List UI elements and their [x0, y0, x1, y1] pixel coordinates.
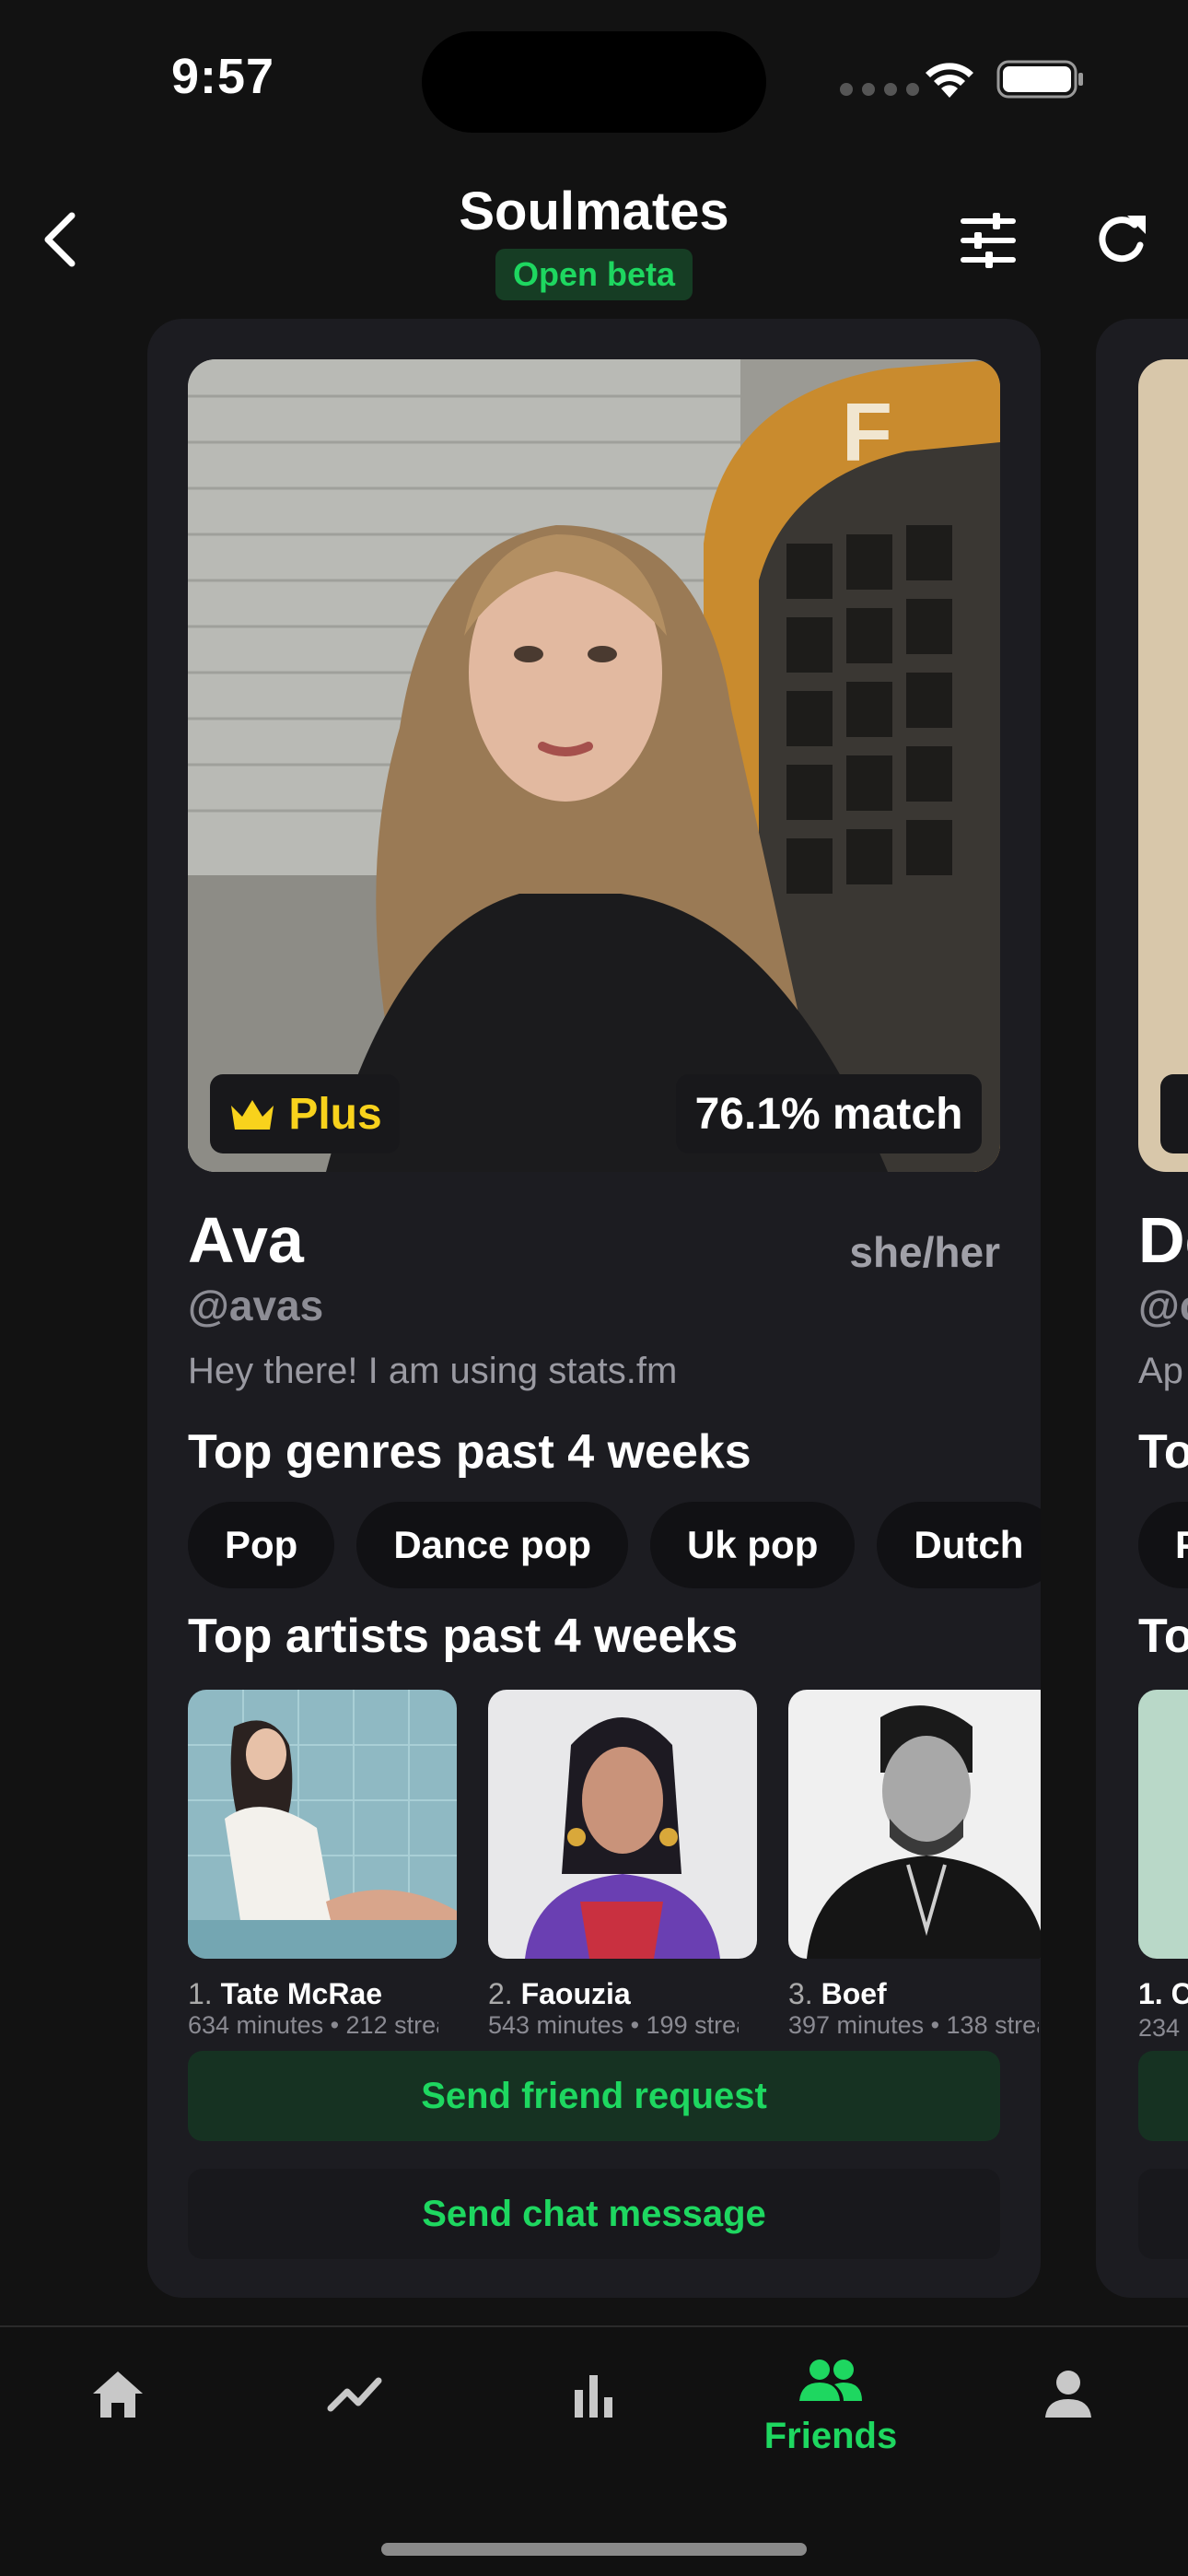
artist-image	[788, 1690, 1041, 1959]
next-profile-bio: Ap	[1138, 1351, 1183, 1391]
artist-stats: 634 minutes • 212 streams	[188, 2011, 438, 2039]
artist-item[interactable]: 2. Faouzia 543 minutes • 199 streams	[488, 1690, 757, 2040]
nav-home[interactable]	[26, 2364, 210, 2425]
friends-icon	[799, 2359, 862, 2401]
soulmate-card[interactable]: F Plus 76.1% match Ava she/her @avas Hey…	[147, 319, 1041, 2298]
next-profile-photo	[1138, 359, 1188, 1172]
home-indicator	[381, 2543, 807, 2556]
genre-chip[interactable]: Uk pop	[650, 1502, 856, 1588]
next-profile-handle: @c	[1138, 1282, 1188, 1329]
artist-image	[188, 1690, 457, 1959]
artist-image	[488, 1690, 757, 1959]
dynamic-island	[422, 31, 766, 133]
top-artists-title: Top artists past 4 weeks	[188, 1610, 739, 1663]
artists-list: 1. Tate McRae 634 minutes • 212 streams …	[188, 1690, 1041, 2040]
bar-chart-icon	[575, 2375, 612, 2418]
nav-charts[interactable]	[502, 2364, 686, 2425]
next-plus-badge	[1160, 1074, 1188, 1153]
battery-icon	[996, 60, 1083, 99]
status-bar: 9:57	[0, 0, 1188, 147]
profile-pronouns: she/her	[849, 1228, 1000, 1276]
artist-name: Faouzia	[520, 1977, 631, 2010]
profile-icon	[1045, 2371, 1091, 2418]
home-icon	[93, 2371, 143, 2418]
profile-name: Ava	[188, 1204, 304, 1276]
next-profile-name: De	[1138, 1204, 1188, 1276]
genre-chip[interactable]: Pop	[188, 1502, 335, 1588]
artist-item[interactable]: 3. Boef 397 minutes • 138 streams	[788, 1690, 1041, 2040]
next-artist-name: 1. C	[1138, 1977, 1188, 2010]
status-time: 9:57	[171, 49, 275, 104]
artist-rank: 1.	[188, 1977, 213, 2010]
profile-handle: @avas	[188, 1282, 324, 1329]
open-beta-badge: Open beta	[495, 249, 693, 300]
artist-rank: 2.	[488, 1977, 513, 2010]
next-friend-button[interactable]	[1138, 2051, 1188, 2141]
artist-name: Boef	[821, 1977, 887, 2010]
send-chat-message-button[interactable]: Send chat message	[188, 2169, 1000, 2259]
crown-icon	[231, 1100, 274, 1130]
cellular-signal-icon	[840, 83, 919, 96]
top-genres-title: Top genres past 4 weeks	[188, 1425, 751, 1479]
plus-label: Plus	[288, 1089, 382, 1139]
next-artist-stats: 234	[1138, 2014, 1181, 2042]
svg-text:F: F	[842, 387, 892, 479]
artist-stats: 397 minutes • 138 streams	[788, 2011, 1039, 2039]
profile-photo: F Plus 76.1% match	[188, 359, 1000, 1172]
artist-item[interactable]: 1. Tate McRae 634 minutes • 212 streams	[188, 1690, 457, 2040]
next-chat-button[interactable]	[1138, 2169, 1188, 2259]
nav-profile[interactable]	[976, 2364, 1160, 2425]
nav-stats[interactable]	[263, 2364, 448, 2425]
artist-stats: 543 minutes • 199 streams	[488, 2011, 739, 2039]
filter-sliders-icon[interactable]	[958, 210, 1019, 271]
next-artists-title: To	[1138, 1610, 1188, 1663]
nav-friends[interactable]: Friends	[739, 2357, 923, 2457]
bottom-navigation: Friends	[0, 2325, 1188, 2576]
genre-chip[interactable]: Dutch	[877, 1502, 1041, 1588]
genres-list: Pop Dance pop Uk pop Dutch	[188, 1502, 1041, 1588]
send-friend-request-button[interactable]: Send friend request	[188, 2051, 1000, 2141]
artist-rank: 3.	[788, 1977, 813, 2010]
profile-bio: Hey there! I am using stats.fm	[188, 1351, 678, 1391]
trending-icon	[327, 2377, 382, 2412]
next-genre-chip[interactable]: P	[1138, 1502, 1188, 1588]
genre-chip[interactable]: Dance pop	[356, 1502, 629, 1588]
refresh-icon[interactable]	[1092, 208, 1153, 269]
wifi-icon	[926, 63, 973, 98]
plus-badge: Plus	[210, 1074, 400, 1153]
nav-friends-label: Friends	[763, 2416, 898, 2456]
artist-name: Tate McRae	[220, 1977, 383, 2010]
match-badge: 76.1% match	[676, 1074, 982, 1153]
next-artist-image	[1138, 1690, 1188, 1959]
next-soulmate-card[interactable]: De @c Ap To P To 1. C 234	[1096, 319, 1188, 2298]
next-genres-title: To	[1138, 1425, 1188, 1479]
